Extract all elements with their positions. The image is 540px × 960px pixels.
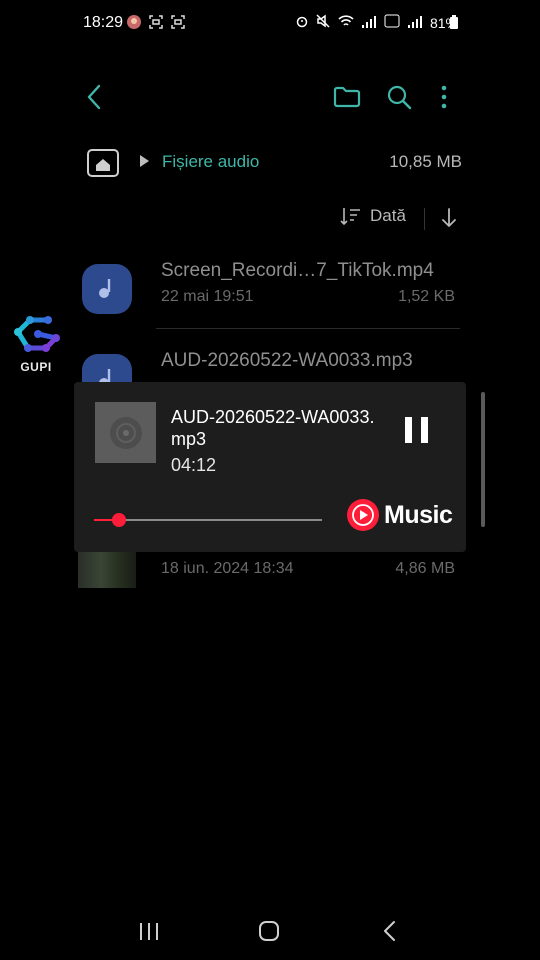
home-icon xyxy=(87,149,119,177)
youtube-music-icon xyxy=(347,499,379,531)
album-art xyxy=(95,402,156,463)
back-button[interactable] xyxy=(80,80,110,114)
home-circle-icon xyxy=(259,921,279,941)
home-folder-button[interactable] xyxy=(86,146,120,178)
breadcrumb-current-folder[interactable]: Fișiere audio xyxy=(162,152,259,172)
pause-button[interactable] xyxy=(402,415,432,445)
file-date: 18 iun. 2024 18:34 xyxy=(161,560,294,577)
chevron-left-icon xyxy=(384,921,395,941)
folder-button[interactable] xyxy=(332,82,362,112)
signal-icon xyxy=(407,15,422,31)
status-left-icons xyxy=(126,14,186,35)
file-name: Screen_Recordi…7_TikTok.mp4 xyxy=(161,260,434,281)
gupi-label: GUPI xyxy=(20,360,52,374)
sort-button[interactable]: Dată xyxy=(340,206,406,226)
disc-icon xyxy=(109,416,142,449)
search-button[interactable] xyxy=(384,82,414,112)
status-time: 18:29 xyxy=(83,14,124,31)
search-icon xyxy=(387,85,412,110)
mini-player: AUD-20260522-WA0033.mp3 04:12 Music xyxy=(74,382,466,552)
list-item[interactable]: 18 iun. 2024 18:34 4,86 MB xyxy=(78,538,460,632)
back-nav-button[interactable] xyxy=(382,920,398,942)
pause-icon xyxy=(405,417,428,443)
screenshot-notification-icon xyxy=(148,14,164,35)
breadcrumb: Fișiere audio 10,85 MB xyxy=(0,140,540,184)
mute-icon xyxy=(316,14,330,31)
recent-apps-button[interactable] xyxy=(138,920,160,942)
signal-icon xyxy=(361,15,376,31)
seek-bar[interactable] xyxy=(94,512,322,528)
sort-divider xyxy=(424,208,425,230)
gupi-logo-icon xyxy=(14,316,60,352)
youtube-music-label: Music xyxy=(384,500,453,529)
music-note-icon xyxy=(99,279,111,298)
sort-label: Dată xyxy=(370,206,406,225)
more-options-button[interactable] xyxy=(432,82,456,112)
chevron-left-icon xyxy=(87,84,101,110)
scrollbar[interactable] xyxy=(481,392,485,527)
status-right-icons: 81% xyxy=(296,14,458,31)
file-date: 22 mai 19:51 xyxy=(161,288,254,305)
audio-file-icon xyxy=(82,264,132,314)
youtube-music-button[interactable]: Music xyxy=(346,498,453,532)
sort-icon xyxy=(340,208,360,226)
top-app-bar xyxy=(0,72,540,122)
list-item[interactable]: Screen_Recordi…7_TikTok.mp4 22 mai 19:51… xyxy=(80,258,460,338)
arrow-down-icon xyxy=(442,208,456,227)
screenshot-notification-icon xyxy=(170,14,186,35)
list-divider xyxy=(156,328,460,329)
track-title: AUD-20260522-WA0033.mp3 xyxy=(171,407,375,449)
sort-direction-button[interactable] xyxy=(439,206,459,230)
breadcrumb-arrow-icon xyxy=(140,155,149,167)
home-button[interactable] xyxy=(258,920,280,942)
file-size: 4,86 MB xyxy=(395,560,455,577)
track-time: 04:12 xyxy=(171,455,217,475)
navigation-bar xyxy=(0,912,540,952)
more-vert-icon xyxy=(441,85,447,109)
avatar-notification-icon xyxy=(126,14,142,35)
folder-size: 10,85 MB xyxy=(389,152,462,171)
recents-icon xyxy=(140,923,158,940)
seek-thumb[interactable] xyxy=(112,513,127,527)
sort-bar: Dată xyxy=(0,202,540,236)
gupi-floating-logo[interactable]: GUPI xyxy=(12,312,68,376)
file-name: AUD-20260522-WA0033.mp3 xyxy=(161,350,413,371)
folder-icon xyxy=(333,86,361,108)
status-bar: 18:29 81% xyxy=(0,0,540,48)
volte-lte-icon xyxy=(384,14,400,31)
seek-track xyxy=(94,519,322,521)
battery-icon xyxy=(450,15,458,34)
file-size: 1,52 KB xyxy=(398,288,455,305)
wifi-icon xyxy=(338,14,354,31)
alarm-icon xyxy=(296,14,308,31)
